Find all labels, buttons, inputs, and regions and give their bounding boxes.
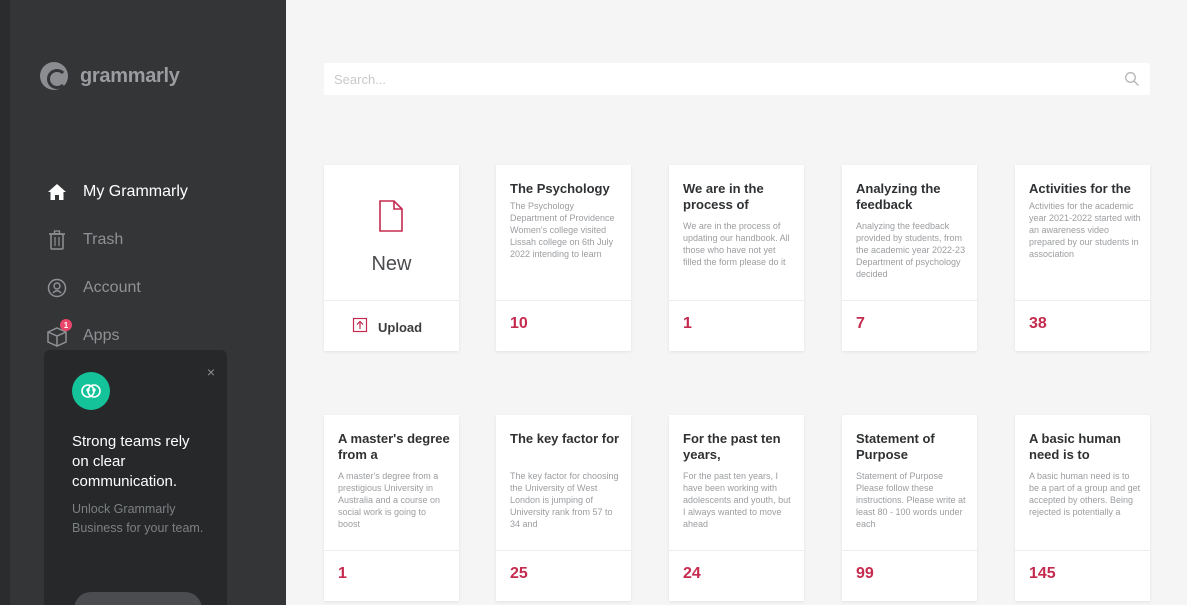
search-input[interactable]	[334, 71, 1124, 87]
search-icon[interactable]	[1124, 71, 1140, 87]
document-preview: A basic human need is to be a part of a …	[1029, 471, 1141, 517]
sidebar-item-trash[interactable]: Trash	[45, 216, 188, 264]
sidebar-item-label: Trash	[83, 231, 124, 248]
card-divider	[496, 300, 631, 301]
sidebar-item-account[interactable]: Account	[45, 264, 188, 312]
new-document-label: New	[371, 253, 412, 275]
document-preview: Statement of Purpose Please follow these…	[856, 471, 966, 529]
document-title: A basic human need is to	[1029, 431, 1121, 462]
document-alert-count: 38	[1029, 315, 1047, 332]
card-divider	[669, 550, 804, 551]
document-card[interactable]: The key factor for The key factor for ch…	[496, 415, 631, 601]
document-card[interactable]: The Psychology The Psychology Department…	[496, 165, 631, 351]
sidebar-item-label: Apps	[83, 327, 120, 344]
document-title: The Psychology	[510, 181, 610, 196]
new-document-icon	[377, 199, 405, 233]
sidebar-nav: My Grammarly Trash Account 1 Apps	[45, 168, 188, 360]
document-preview: A master's degree from a prestigious Uni…	[338, 471, 441, 529]
promo-subtitle: Unlock Grammarly Business for your team.	[72, 502, 204, 535]
document-card[interactable]: A master's degree from a A master's degr…	[324, 415, 459, 601]
brand-name: grammarly	[80, 64, 180, 87]
card-divider	[842, 300, 977, 301]
card-divider	[324, 550, 459, 551]
document-alert-count: 145	[1029, 565, 1056, 582]
document-preview: For the past ten years, I have been work…	[683, 471, 791, 529]
grammarly-logo-icon	[40, 62, 68, 90]
document-preview: Activities for the academic year 2021-20…	[1029, 201, 1141, 259]
document-alert-count: 1	[683, 315, 692, 332]
upload-button[interactable]: Upload	[352, 317, 422, 338]
grammarly-logo[interactable]: grammarly	[40, 62, 180, 90]
account-icon	[45, 276, 69, 300]
close-icon[interactable]: ×	[207, 364, 215, 380]
card-divider	[842, 550, 977, 551]
apps-notification-badge: 1	[60, 319, 72, 331]
document-title: For the past ten years,	[683, 431, 781, 462]
sidebar-item-label: Account	[83, 279, 141, 296]
apps-icon: 1	[45, 319, 72, 348]
card-divider	[324, 300, 459, 301]
sidebar-item-label: My Grammarly	[83, 183, 188, 200]
document-title: Statement of Purpose	[856, 431, 935, 462]
sidebar: grammarly My Grammarly Trash Account 1 A…	[0, 0, 286, 605]
document-card[interactable]: Activities for the Activities for the ac…	[1015, 165, 1150, 351]
document-title: We are in the process of	[683, 181, 764, 212]
sidebar-item-my-grammarly[interactable]: My Grammarly	[45, 168, 188, 216]
document-alert-count: 24	[683, 565, 701, 582]
sidebar-edge	[0, 0, 10, 605]
home-icon	[45, 180, 69, 204]
document-alert-count: 25	[510, 565, 528, 582]
upload-icon	[352, 317, 368, 338]
document-card[interactable]: Statement of Purpose Statement of Purpos…	[842, 415, 977, 601]
trash-icon	[45, 228, 69, 252]
card-divider	[1015, 550, 1150, 551]
card-divider	[496, 550, 631, 551]
document-alert-count: 7	[856, 315, 865, 332]
document-preview: Analyzing the feedback provided by stude…	[856, 221, 966, 279]
document-preview: We are in the process of updating our ha…	[683, 221, 790, 267]
document-card[interactable]: A basic human need is to A basic human n…	[1015, 415, 1150, 601]
document-alert-count: 10	[510, 315, 528, 332]
document-card[interactable]: Analyzing the feedback Analyzing the fee…	[842, 165, 977, 351]
promo-title: Strong teams rely on clear communication…	[72, 433, 190, 490]
document-card[interactable]: For the past ten years, For the past ten…	[669, 415, 804, 601]
team-icon	[72, 372, 110, 410]
document-title: Activities for the	[1029, 181, 1131, 196]
search-bar	[324, 63, 1150, 95]
document-alert-count: 99	[856, 565, 874, 582]
document-title: The key factor for	[510, 431, 620, 446]
document-card[interactable]: We are in the process of We are in the p…	[669, 165, 804, 351]
document-preview: The Psychology Department of Providence …	[510, 201, 615, 259]
document-title: A master's degree from a	[338, 431, 450, 462]
business-promo-panel: × Strong teams rely on clear communicati…	[44, 350, 227, 605]
document-title: Analyzing the feedback	[856, 181, 941, 212]
new-document-card[interactable]: New Upload	[324, 165, 459, 351]
promo-cta-button[interactable]	[74, 592, 202, 605]
upload-label: Upload	[378, 320, 423, 335]
card-divider	[669, 300, 804, 301]
document-preview: The key factor for choosing the Universi…	[510, 471, 619, 529]
document-alert-count: 1	[338, 565, 347, 582]
card-divider	[1015, 300, 1150, 301]
